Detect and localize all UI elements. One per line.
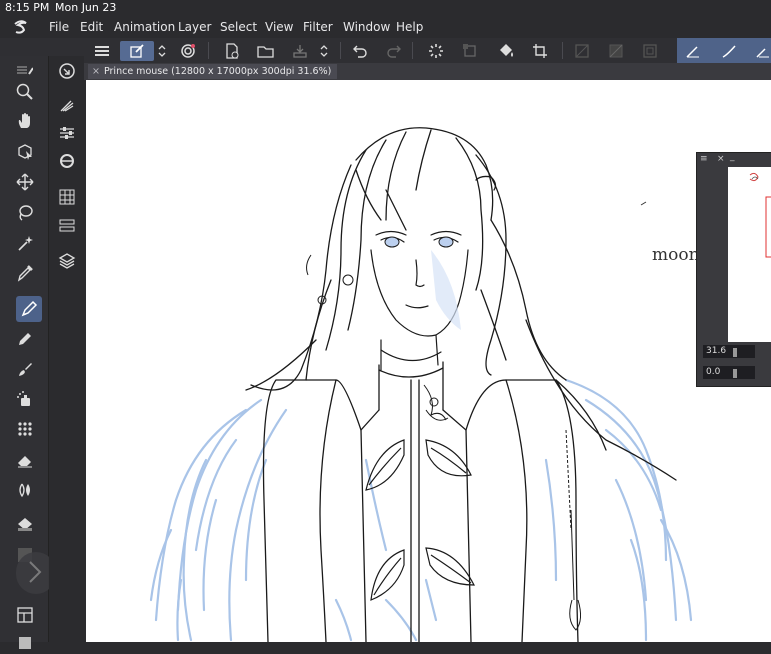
handwritten-note: moon [652,245,700,265]
eyedropper-icon[interactable] [14,262,36,284]
spiral-icon[interactable] [178,41,198,61]
menu-filter[interactable]: Filter [303,16,333,38]
navigator-minimize-button[interactable]: _ [730,151,735,164]
airbrush-icon[interactable] [14,388,36,410]
pencil-icon[interactable] [14,328,36,350]
blend-icon[interactable] [14,479,36,501]
lasso-icon[interactable] [14,202,36,224]
layer-property-icon[interactable] [56,215,78,237]
menu-view[interactable]: View [265,16,293,38]
navigator-icon[interactable] [56,60,78,82]
artwork-lineart: moon [149,127,700,642]
redo-icon[interactable] [384,41,404,61]
document-tab-bar: × Prince mouse (12800 x 17000px 300dpi 31… [84,63,771,80]
crop-icon[interactable] [530,41,550,61]
undo-icon[interactable] [350,41,370,61]
move-icon[interactable] [14,171,36,193]
menu-window[interactable]: Window [343,16,390,38]
rotation-value: 0.0 [706,367,721,377]
brush-icon[interactable] [14,358,36,380]
status-date: Mon Jun 23 [55,1,117,14]
object-select-icon[interactable] [14,141,36,163]
navigator-preview[interactable] [728,167,771,342]
ink-brush-icon[interactable] [719,41,739,61]
save-icon[interactable] [290,41,310,61]
tool-property-icon[interactable] [56,122,78,144]
separator-3 [412,42,413,59]
separator-2 [340,42,341,59]
drawing-canvas[interactable]: moon [86,80,771,642]
menu-animation[interactable]: Animation [114,16,175,38]
square-tool-icon[interactable] [14,632,36,654]
open-folder-icon[interactable] [256,41,276,61]
command-bar [0,38,771,64]
separator [208,42,209,59]
transform-icon[interactable] [460,41,480,61]
navigator-panel: ≡ × _ 31.6 0.0 [696,152,771,387]
zoom-field[interactable]: 31.6 [703,345,755,358]
menu-bar: File Edit Animation Layer Select View Fi… [0,16,771,38]
menu-file[interactable]: File [49,16,69,38]
menu-edit[interactable]: Edit [80,16,103,38]
layout-panel-icon[interactable] [14,604,36,626]
navigator-close-button[interactable]: × [717,153,725,166]
clear-selection-icon[interactable] [572,41,592,61]
hamburger-menu-icon[interactable] [92,41,112,61]
edit-mode-icon[interactable] [120,41,154,61]
pen-brush-icon[interactable] [683,41,703,61]
zoom-icon[interactable] [14,81,36,103]
quick-access-panel [677,38,771,63]
selection-border-icon[interactable] [640,41,660,61]
marker-brush-icon[interactable] [753,41,771,61]
chevron-updown-icon-2[interactable] [316,41,332,61]
document-tab-title: Prince mouse (12800 x 17000px 300dpi 31.… [103,66,332,77]
rotation-slider[interactable] [733,369,737,378]
color-set-icon[interactable] [56,186,78,208]
navigator-header: ≡ × _ [697,151,771,166]
sub-tool-strip [49,56,84,642]
separator-4 [562,42,563,59]
document-tab[interactable]: × Prince mouse (12800 x 17000px 300dpi 31… [88,64,338,79]
fill-icon[interactable] [14,514,36,536]
menu-select[interactable]: Select [220,16,257,38]
sub-tool-brushes-icon[interactable] [56,94,78,116]
zoom-slider[interactable] [733,348,737,357]
hand-icon[interactable] [14,110,36,132]
menu-layer[interactable]: Layer [178,16,211,38]
rotation-field[interactable]: 0.0 [703,366,755,379]
magic-wand-icon[interactable] [14,232,36,254]
fill-bucket-icon[interactable] [496,41,516,61]
close-tab-icon[interactable]: × [92,66,100,77]
status-bar: 8:15 PM Mon Jun 23 [0,0,771,16]
eraser-icon[interactable] [14,449,36,471]
new-file-icon[interactable] [222,41,242,61]
invert-selection-icon[interactable] [606,41,626,61]
palette-menu-icon[interactable] [14,60,36,82]
chevron-updown-icon[interactable] [154,41,170,61]
panel-grip-icon[interactable]: ≡ [700,153,708,166]
pen-tool-icon[interactable] [16,296,42,322]
layers-icon[interactable] [56,250,78,272]
loading-spinner-icon[interactable] [426,41,446,61]
color-wheel-icon[interactable] [56,150,78,172]
clip-studio-logo-icon[interactable] [12,19,30,35]
menu-help[interactable]: Help [396,16,423,38]
zoom-value: 31.6 [706,346,727,356]
decoration-icon[interactable] [14,418,36,440]
status-time: 8:15 PM [5,1,50,14]
